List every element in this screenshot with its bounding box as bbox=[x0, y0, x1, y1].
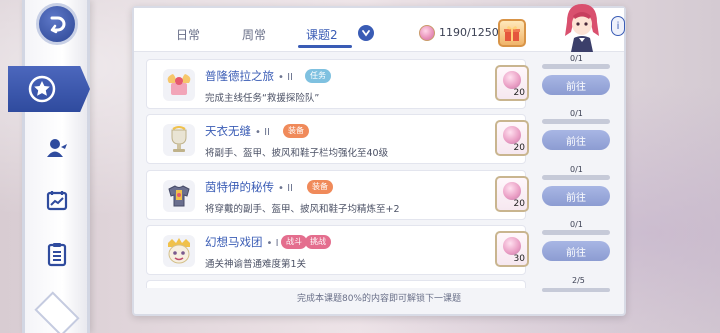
quest-row: 普隆德拉之旅 • II 任务 完成主线任务“救援探险队” bbox=[146, 59, 526, 109]
quest-description: 通关神谕普通难度第1关 bbox=[205, 259, 307, 270]
quest-title-text: 普隆德拉之旅 bbox=[205, 69, 274, 83]
quest-title: 天衣无缝 • II bbox=[205, 123, 270, 139]
points-orb-icon bbox=[419, 25, 435, 41]
quest-panel: 日常 周常 课题2 1190/1250 i 普隆德拉之旅 • II 任务 完成主… bbox=[132, 4, 626, 316]
quest-item-icon bbox=[163, 180, 195, 212]
quest-row: 天衣无缝 • II 装备 将副手、盔甲、披风和鞋子栏均强化至40级 bbox=[146, 114, 526, 164]
quest-level: • II bbox=[278, 72, 293, 83]
quest-level-text: II bbox=[264, 127, 270, 138]
quest-description: 将副手、盔甲、披风和鞋子栏均强化至40级 bbox=[205, 148, 389, 159]
quest-description: 完成主线任务“救援探险队” bbox=[205, 93, 320, 104]
points-orb-icon bbox=[503, 237, 521, 255]
quest-tag: 装备 bbox=[307, 180, 333, 194]
progress-text: 0/1 bbox=[570, 109, 583, 118]
tab-topic2[interactable]: 课题2 bbox=[306, 26, 338, 43]
unlock-hint: 完成本课题80%的内容即可解锁下一课题 bbox=[296, 294, 461, 304]
progress-text: 2/5 bbox=[572, 276, 585, 285]
info-button[interactable]: i bbox=[611, 16, 625, 36]
quest-tag: 任务 bbox=[305, 69, 331, 83]
tab-daily[interactable]: 日常 bbox=[176, 26, 200, 43]
quest-item-icon bbox=[163, 235, 195, 267]
reward-item[interactable]: 20 bbox=[495, 176, 529, 212]
quest-level-text: I bbox=[275, 238, 279, 249]
checklist-nav-button[interactable] bbox=[37, 234, 77, 274]
quest-item-icon bbox=[163, 124, 195, 156]
points-orb-icon bbox=[503, 182, 521, 200]
active-tab-indicator bbox=[298, 45, 352, 48]
reward-quantity: 20 bbox=[513, 143, 525, 153]
points-orb-icon bbox=[503, 126, 521, 144]
quest-item-icon bbox=[163, 69, 195, 101]
progress-text: 0/1 bbox=[570, 220, 583, 229]
quest-title-text: 幻想马戏团 bbox=[205, 235, 263, 249]
quest-row: 幻想马戏团 • I 战斗 挑战 通关神谕普通难度第1关 bbox=[146, 225, 526, 275]
reward-item[interactable]: 20 bbox=[495, 65, 529, 101]
progress-bar bbox=[542, 175, 610, 180]
progress-bar bbox=[542, 230, 610, 235]
quest-row: 茵特伊的秘传 • II 装备 将穿戴的副手、盔甲、披风和鞋子均精炼至+2 bbox=[146, 170, 526, 220]
reward-item[interactable]: 30 bbox=[495, 231, 529, 267]
quest-title: 幻想马戏团 • I bbox=[205, 234, 279, 250]
points-orb-icon bbox=[503, 71, 521, 89]
go-button[interactable]: 前往 bbox=[542, 241, 610, 261]
clipboard-icon bbox=[47, 243, 67, 267]
quest-level-text: II bbox=[287, 183, 293, 194]
quest-level: • I bbox=[266, 238, 279, 249]
quest-title: 普隆德拉之旅 • II bbox=[205, 68, 293, 84]
tab-weekly[interactable]: 周常 bbox=[242, 26, 266, 43]
adventure-nav-button[interactable] bbox=[37, 128, 77, 168]
quest-tag: 战斗 bbox=[281, 235, 307, 249]
circus-mask-icon bbox=[168, 238, 190, 264]
character-avatar bbox=[561, 2, 603, 52]
chevron-down-icon bbox=[362, 30, 370, 37]
go-button[interactable]: 前往 bbox=[542, 130, 610, 150]
progress-bar bbox=[542, 119, 610, 124]
tab-dropdown-button[interactable] bbox=[358, 25, 374, 41]
armor-icon bbox=[168, 185, 190, 207]
back-arrow-icon bbox=[50, 16, 66, 34]
go-button[interactable]: 前往 bbox=[542, 186, 610, 206]
reward-chest-button[interactable] bbox=[498, 19, 526, 47]
reward-quantity: 20 bbox=[513, 199, 525, 209]
tab-bar: 日常 周常 课题2 1190/1250 i bbox=[134, 4, 625, 52]
quest-title: 茵特伊的秘传 • II bbox=[205, 179, 293, 195]
reward-quantity: 30 bbox=[513, 254, 525, 264]
side-rail bbox=[22, 0, 90, 333]
reward-quantity: 20 bbox=[513, 88, 525, 98]
gift-icon bbox=[504, 26, 520, 41]
quest-tag: 装备 bbox=[283, 124, 309, 138]
trophy-cup-icon bbox=[171, 126, 187, 152]
quest-row-partial bbox=[146, 280, 526, 288]
progress-text: 0/1 bbox=[570, 165, 583, 174]
quest-level-text: II bbox=[287, 72, 293, 83]
quest-level: • II bbox=[278, 183, 293, 194]
stats-nav-button[interactable] bbox=[37, 180, 77, 220]
character-portrait-icon bbox=[565, 4, 599, 52]
calendar-chart-icon bbox=[46, 191, 68, 211]
back-button[interactable] bbox=[36, 3, 78, 45]
points-counter: 1190/1250 bbox=[439, 26, 499, 39]
progress-bar bbox=[542, 64, 610, 69]
quest-nav-button-active[interactable] bbox=[8, 66, 90, 112]
profile-flag-icon bbox=[47, 139, 67, 157]
quest-level: • II bbox=[255, 127, 270, 138]
reward-item[interactable]: 20 bbox=[495, 120, 529, 156]
quest-tag: 挑战 bbox=[305, 235, 331, 249]
winged-book-icon bbox=[167, 74, 191, 95]
go-button[interactable]: 前往 bbox=[542, 75, 610, 95]
rail-bottom-ornament bbox=[34, 291, 80, 333]
quest-title-text: 天衣无缝 bbox=[205, 124, 251, 138]
progress-text: 0/1 bbox=[570, 54, 583, 63]
star-badge-icon bbox=[28, 75, 56, 103]
quest-title-text: 茵特伊的秘传 bbox=[205, 180, 274, 194]
quest-description: 将穿戴的副手、盔甲、披风和鞋子均精炼至+2 bbox=[205, 204, 400, 215]
